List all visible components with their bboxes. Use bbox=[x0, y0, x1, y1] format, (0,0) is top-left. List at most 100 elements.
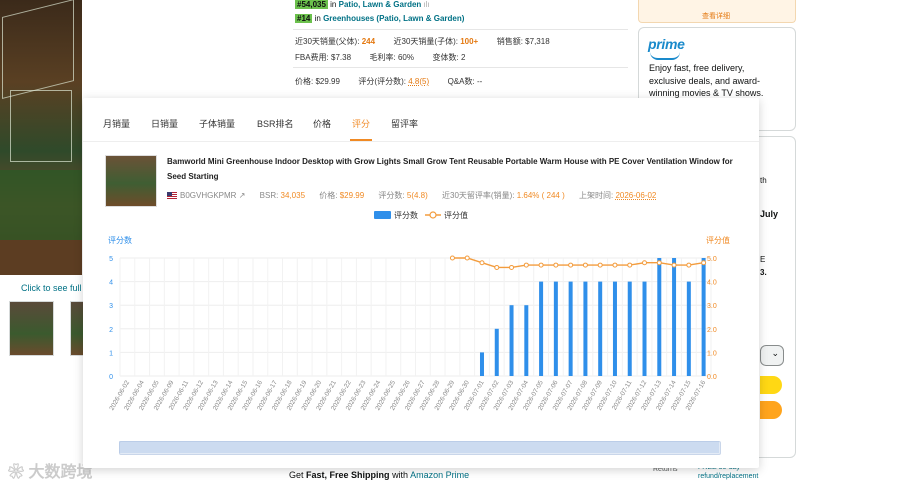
line-point bbox=[701, 260, 707, 266]
legend-label: 评分数 bbox=[394, 210, 418, 220]
line-point bbox=[509, 264, 515, 270]
amazon-prime-link[interactable]: Amazon Prime bbox=[410, 470, 469, 480]
legend-label: 评分值 bbox=[444, 210, 468, 220]
tab-daily-sales[interactable]: 日销量 bbox=[151, 117, 178, 130]
bar-rating-count bbox=[627, 281, 632, 376]
y-tick-left: 3 bbox=[109, 303, 113, 310]
line-point bbox=[494, 264, 500, 270]
line-point bbox=[597, 262, 603, 268]
bar-rating-count bbox=[612, 281, 617, 376]
bar-rating-count bbox=[524, 305, 529, 376]
line-point bbox=[523, 262, 529, 268]
us-flag-icon bbox=[167, 192, 177, 199]
stats-row-3: 价格: $29.99 评分(评分数): 4.8(5) Q&A数: -- bbox=[295, 76, 482, 87]
quantity-select[interactable]: ⌄ bbox=[760, 345, 784, 366]
shipping-line: Get Fast, Free Shipping with Amazon Prim… bbox=[289, 470, 469, 480]
shipping-text: Get bbox=[289, 470, 304, 480]
y-tick-left: 0 bbox=[109, 374, 113, 381]
legend-bar-swatch bbox=[374, 211, 391, 219]
buy-box-text: July bbox=[760, 209, 779, 219]
legend-line-marker bbox=[429, 211, 437, 219]
bar-rating-count bbox=[583, 281, 588, 376]
rating-link[interactable]: 4.8(5) bbox=[408, 77, 429, 86]
rank-prefix: in bbox=[314, 14, 321, 23]
meta-label: 价格: bbox=[319, 191, 338, 200]
y-tick-left: 4 bbox=[109, 280, 113, 287]
price-value: $29.99 bbox=[339, 191, 365, 200]
line-point bbox=[642, 260, 648, 266]
stat-label: 近30天销量(子体): bbox=[393, 37, 458, 46]
panel-tabs: 月销量 日销量 子体销量 BSR排名 价格 评分 留评率 bbox=[83, 98, 759, 148]
bar-rating-count bbox=[672, 258, 677, 376]
bar-rating-count bbox=[479, 352, 484, 376]
tab-price[interactable]: 价格 bbox=[313, 117, 331, 130]
bar-rating-count bbox=[568, 281, 573, 376]
stat-label: 价格: bbox=[295, 77, 314, 86]
tab-bsr-rank[interactable]: BSR排名 bbox=[257, 117, 294, 130]
buy-box-text: th bbox=[760, 176, 767, 185]
line-point bbox=[671, 262, 677, 268]
rank-prefix: in bbox=[330, 0, 337, 9]
product-title[interactable]: Bamworld Mini Greenhouse Indoor Desktop … bbox=[167, 154, 737, 184]
stat-value: $7,318 bbox=[525, 37, 550, 46]
divider bbox=[293, 67, 628, 68]
thumbnail-1[interactable] bbox=[9, 301, 54, 356]
line-point bbox=[612, 262, 618, 268]
bar-rating-count bbox=[642, 281, 647, 376]
buy-box-text: 3. bbox=[760, 268, 767, 277]
bar-rating-count bbox=[509, 305, 514, 376]
line-point bbox=[553, 262, 559, 268]
chevron-down-icon: ⌄ bbox=[771, 348, 779, 358]
tab-monthly-sales[interactable]: 月销量 bbox=[103, 117, 130, 130]
product-main-image[interactable] bbox=[0, 0, 82, 275]
bar-rating-count bbox=[701, 258, 706, 376]
y-tick-right: 4.0 bbox=[707, 280, 717, 287]
line-point bbox=[686, 262, 692, 268]
shipping-bold-text: Fast, Free Shipping bbox=[306, 470, 390, 480]
bar-chart-icon[interactable]: ılı bbox=[424, 0, 430, 9]
stat-value: 100+ bbox=[460, 37, 479, 46]
product-thumbnail[interactable] bbox=[105, 155, 157, 207]
stats-row-2: FBA费用: $7.38 毛利率: 60% 变体数: 2 bbox=[295, 52, 465, 63]
line-point bbox=[538, 262, 544, 268]
view-detail-link[interactable]: 查看详细 bbox=[638, 11, 794, 21]
listed-date-value: 2026-06-02 bbox=[615, 191, 657, 200]
line-point bbox=[464, 255, 470, 261]
line-point bbox=[656, 260, 662, 266]
meta-label: 上架时间: bbox=[578, 191, 614, 200]
external-link-icon[interactable]: ↗ bbox=[239, 191, 246, 200]
prime-promo-text: Enjoy fast, free delivery, exclusive dea… bbox=[649, 63, 764, 98]
asin[interactable]: B0GVHGKPMR bbox=[180, 191, 236, 200]
y-axis-right-title: 评分值 bbox=[706, 235, 730, 245]
y-tick-right: 3.0 bbox=[707, 303, 717, 310]
buy-now-button[interactable] bbox=[760, 401, 782, 419]
rating-chart: 评分数 评分值评分数 评分值0123450.01.02.03.04.05.02026… bbox=[108, 210, 730, 412]
stat-label: Q&A数: bbox=[447, 77, 475, 86]
tab-rating[interactable]: 评分 bbox=[352, 117, 370, 130]
bar-rating-count bbox=[553, 281, 558, 376]
line-point bbox=[568, 262, 574, 268]
rank-category-link[interactable]: Patio, Lawn & Garden bbox=[339, 0, 422, 9]
stat-label: 销售额: bbox=[496, 37, 523, 46]
rating-count-value: 5(4.8) bbox=[406, 191, 428, 200]
tab-child-sales[interactable]: 子体销量 bbox=[199, 117, 235, 130]
add-to-cart-button[interactable] bbox=[760, 376, 782, 394]
stat-value: 244 bbox=[361, 37, 376, 46]
thumbnail-2[interactable] bbox=[70, 301, 83, 356]
stat-label: 变体数: bbox=[432, 53, 459, 62]
rank-badge: #14 bbox=[295, 14, 313, 23]
stat-value: $29.99 bbox=[315, 77, 340, 86]
y-tick-right: 5.0 bbox=[707, 256, 717, 263]
stats-row-1: 近30天销量(父体): 244 近30天销量(子体): 100+ 销售额: $7… bbox=[295, 36, 550, 47]
click-to-see-full-link[interactable]: Click to see full bbox=[21, 283, 82, 293]
rank-category-link[interactable]: Greenhouses (Patio, Lawn & Garden) bbox=[323, 14, 464, 23]
meta-label: BSR: bbox=[259, 191, 279, 200]
meta-label: 评分数: bbox=[378, 191, 405, 200]
line-point bbox=[479, 260, 485, 266]
tab-review-rate[interactable]: 留评率 bbox=[391, 117, 418, 130]
y-tick-right: 2.0 bbox=[707, 327, 717, 334]
rank-line-2: #14 in Greenhouses (Patio, Lawn & Garden… bbox=[295, 14, 464, 23]
rating-history-panel: 月销量 日销量 子体销量 BSR排名 价格 评分 留评率 Bamworld Mi… bbox=[83, 98, 759, 468]
zoom-slider-handle[interactable] bbox=[119, 441, 719, 453]
line-point bbox=[627, 262, 633, 268]
